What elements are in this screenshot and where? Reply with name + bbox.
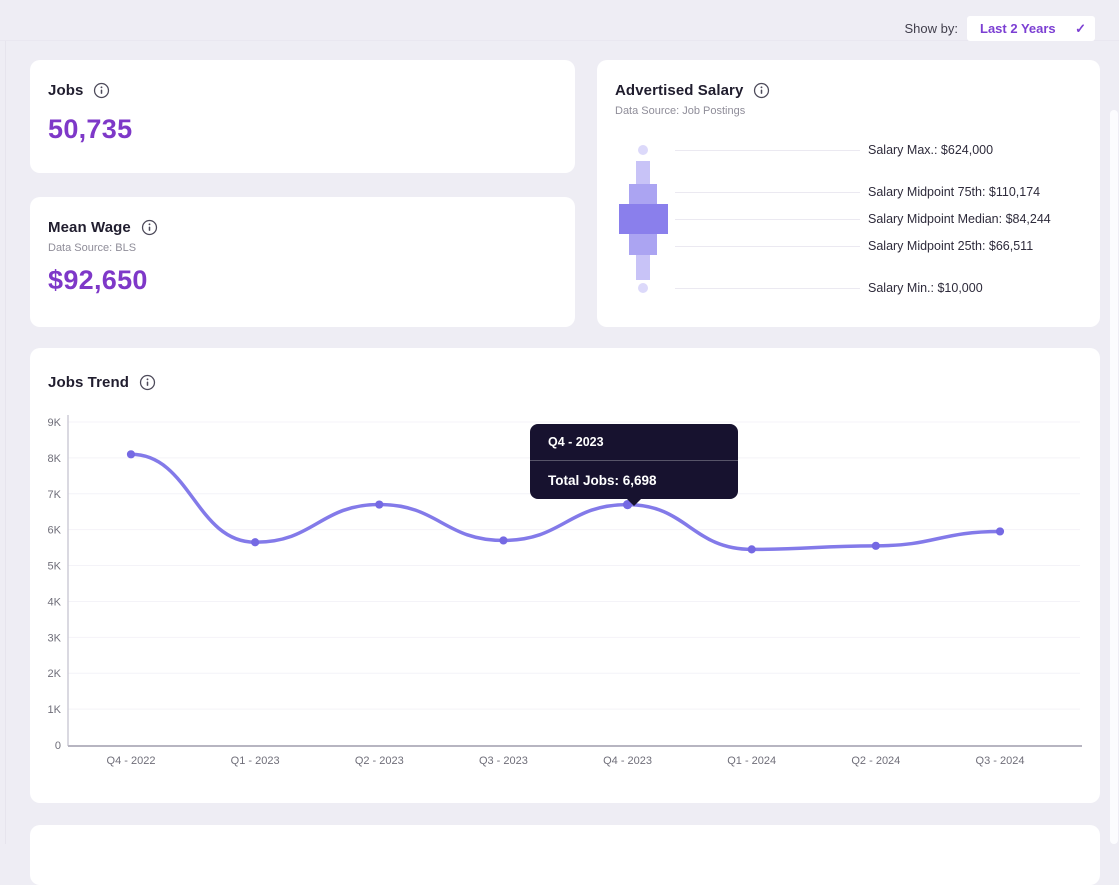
data-point[interactable] [251, 538, 260, 547]
y-axis-tick: 7K [48, 489, 62, 501]
y-axis-tick: 8K [48, 453, 62, 465]
salary-lower-whisker-bar [636, 255, 650, 280]
vertical-scrollbar[interactable] [1110, 110, 1118, 844]
left-panel-divider [5, 41, 6, 844]
advertised-salary-card: Advertised Salary Data Source: Job Posti… [597, 60, 1100, 327]
next-section-card [30, 825, 1100, 885]
mean-wage-card-title: Mean Wage [48, 219, 131, 236]
jobs-trend-chart[interactable]: 0 1K 2K 3K 4K 5K 6K 7K 8K 9K Q4 - 2022 Q1 - 2023 Q2 … [30, 348, 1100, 803]
data-point[interactable] [499, 536, 508, 545]
salary-upper-quartile-bar [629, 184, 657, 204]
data-point[interactable] [126, 450, 136, 459]
data-point[interactable] [375, 500, 384, 509]
x-axis-tick: Q3 - 2023 [479, 755, 528, 767]
show-by-label: Show by: [904, 21, 958, 36]
mean-wage-card: Mean Wage Data Source: BLS $92,650 [30, 197, 575, 327]
salary-min-dot [638, 283, 648, 293]
x-axis-tick: Q2 - 2024 [851, 755, 900, 767]
x-axis-tick: Q4 - 2022 [107, 755, 156, 767]
data-point[interactable] [871, 541, 880, 550]
mean-wage-value: $92,650 [48, 265, 148, 295]
jobs-trend-card: Jobs Trend 0 1K 2K 3K 4K 5K 6K 7K 8K 9K Q4 - 2022 Q… [30, 348, 1100, 803]
salary-75th-label: Salary Midpoint 75th: $110,174 [868, 185, 1041, 199]
show-by-control: Show by: Last 2 Years ✓ [905, 16, 1095, 41]
timeframe-dropdown[interactable]: Last 2 Years ✓ [967, 16, 1095, 41]
y-axis-tick: 5K [48, 561, 62, 573]
jobs-card-title: Jobs [48, 82, 84, 99]
advertised-salary-card-title: Advertised Salary [615, 82, 744, 99]
salary-min-label: Salary Min.: $10,000 [868, 281, 983, 295]
x-axis-tick: Q4 - 2023 [603, 755, 652, 767]
data-point[interactable] [995, 527, 1005, 536]
x-axis-tick: Q1 - 2023 [231, 755, 280, 767]
mean-wage-data-source: Data Source: BLS [48, 242, 137, 254]
y-axis-tick: 0 [55, 740, 61, 752]
x-axis-tick: Q3 - 2024 [976, 755, 1025, 767]
x-axis-tick: Q2 - 2023 [355, 755, 404, 767]
data-point[interactable] [747, 545, 756, 554]
chart-tooltip: Q4 - 2023 Total Jobs: 6,698 [530, 424, 738, 506]
info-icon[interactable] [753, 82, 770, 99]
y-axis-tick: 1K [48, 704, 62, 716]
y-axis-tick: 2K [48, 668, 62, 680]
salary-median-label: Salary Midpoint Median: $84,244 [868, 212, 1051, 226]
jobs-card: Jobs 50,735 [30, 60, 575, 173]
info-icon[interactable] [93, 82, 110, 99]
leader-line [675, 219, 860, 220]
tooltip-total-jobs: Total Jobs: 6,698 [548, 472, 657, 488]
advertised-salary-data-source: Data Source: Job Postings [615, 105, 746, 117]
salary-max-label: Salary Max.: $624,000 [868, 143, 994, 157]
info-icon[interactable] [141, 219, 158, 236]
y-axis-tick: 3K [48, 632, 62, 644]
tooltip-period: Q4 - 2023 [530, 424, 738, 461]
y-axis-tick: 6K [48, 525, 62, 537]
leader-line [675, 150, 860, 151]
salary-lower-quartile-bar [629, 234, 657, 255]
y-axis-tick: 9K [48, 417, 62, 429]
salary-25th-label: Salary Midpoint 25th: $66,511 [868, 239, 1034, 253]
salary-median-bar [619, 204, 668, 234]
timeframe-value: Last 2 Years [980, 21, 1056, 36]
leader-line [675, 246, 860, 247]
jobs-value: 50,735 [48, 114, 133, 144]
x-axis-tick: Q1 - 2024 [727, 755, 776, 767]
salary-max-dot [638, 145, 648, 155]
check-icon: ✓ [1075, 20, 1086, 36]
tooltip-arrow [627, 499, 641, 506]
y-axis-tick: 4K [48, 596, 62, 608]
salary-upper-whisker-bar [636, 161, 650, 184]
leader-line [675, 288, 860, 289]
leader-line [675, 192, 860, 193]
